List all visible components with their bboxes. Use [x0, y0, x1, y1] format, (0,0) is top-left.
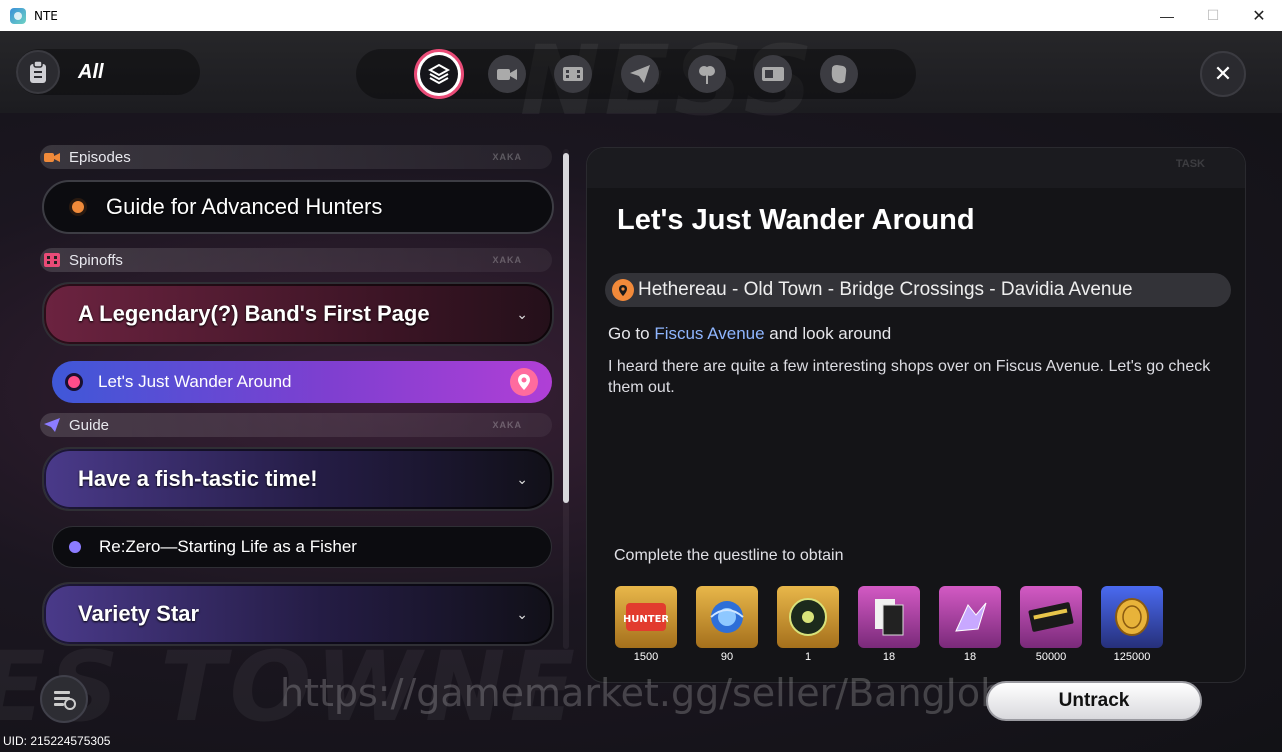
- app-icon: [10, 7, 26, 24]
- camera-icon: [42, 149, 62, 165]
- flower-icon: [699, 66, 715, 84]
- quest-status-dot: [72, 201, 84, 213]
- reward-item[interactable]: 125000: [1101, 586, 1163, 663]
- section-header-guide: Guide XAKA: [40, 413, 552, 437]
- questline-legendary-band[interactable]: A Legendary(?) Band's First Page ⌄: [42, 282, 554, 346]
- player-uid: UID: 215224575305: [3, 734, 111, 748]
- quest-location-bar[interactable]: Hethereau - Old Town - Bridge Crossings …: [605, 273, 1231, 307]
- reward-ticket-icon: [1020, 586, 1082, 648]
- camera-icon: [497, 69, 517, 80]
- window-title: NTE: [34, 8, 58, 23]
- category-filter-button[interactable]: All: [16, 49, 200, 95]
- quest-status-dot: [69, 541, 81, 553]
- reward-orb-icon: [696, 586, 758, 648]
- category-tabs: [356, 49, 916, 99]
- section-tag: XAKA: [492, 420, 522, 430]
- tab-all-quests[interactable]: [414, 49, 464, 99]
- questline-title: Variety Star: [78, 601, 200, 626]
- section-title: Episodes: [69, 148, 131, 166]
- untrack-button[interactable]: Untrack: [986, 681, 1202, 721]
- reward-item[interactable]: 18: [939, 586, 1001, 663]
- quest-status-dot: [68, 376, 80, 388]
- quest-detail-title: Let's Just Wander Around: [617, 204, 975, 236]
- tab-spinoffs[interactable]: [554, 55, 592, 93]
- svg-text:HUNTER: HUNTER: [624, 614, 668, 625]
- tab-events[interactable]: [754, 55, 792, 93]
- checklist-icon: [54, 691, 76, 710]
- layers-icon: [420, 55, 458, 93]
- reward-item[interactable]: 1: [777, 586, 839, 663]
- film-icon: [42, 252, 62, 268]
- questline-title: A Legendary(?) Band's First Page: [78, 301, 430, 326]
- quest-item-rezero-fisher[interactable]: Re:Zero—Starting Life as a Fisher: [52, 526, 552, 568]
- reward-item[interactable]: 18: [858, 586, 920, 663]
- reward-item[interactable]: 90: [696, 586, 758, 663]
- tab-daily[interactable]: [688, 55, 726, 93]
- quest-item-guide-for-advanced-hunters[interactable]: Guide for Advanced Hunters: [42, 180, 554, 234]
- maximize-button[interactable]: ☐: [1190, 0, 1236, 31]
- quest-title: Let's Just Wander Around: [98, 372, 292, 391]
- tab-guide[interactable]: [621, 55, 659, 93]
- reward-badge-icon: HUNTER: [615, 586, 677, 648]
- section-tag: XAKA: [492, 255, 522, 265]
- section-header-episodes: Episodes XAKA: [40, 145, 552, 169]
- film-icon: [563, 67, 583, 81]
- ticket-icon: [762, 67, 784, 81]
- objective-prefix: Go to: [608, 324, 655, 343]
- location-pin-icon: [612, 279, 634, 301]
- watermark-text: https://gamemarket.gg/seller/BangJohn: [280, 671, 1029, 715]
- quest-description: I heard there are quite a few interestin…: [608, 358, 1211, 396]
- quest-title: Guide for Advanced Hunters: [106, 194, 383, 219]
- reward-crystal-icon: [939, 586, 1001, 648]
- reward-count: 50000: [1035, 651, 1067, 663]
- quest-item-lets-just-wander-around[interactable]: Let's Just Wander Around: [52, 361, 552, 403]
- reward-count: 18: [963, 651, 977, 663]
- detail-tag: TASK: [1175, 158, 1205, 170]
- quest-journal-screen: NESS ES TOWNE All ✕ Episodes XAKA Guide …: [0, 31, 1282, 752]
- fist-icon: [831, 65, 847, 84]
- chevron-down-icon: ⌄: [516, 305, 528, 322]
- scrollbar-thumb[interactable]: [563, 153, 569, 503]
- reward-coin-icon: [1101, 586, 1163, 648]
- questline-variety-star[interactable]: Variety Star ⌄: [42, 582, 554, 646]
- section-title: Guide: [69, 416, 110, 434]
- reward-label: Complete the questline to obtain: [614, 547, 844, 564]
- quest-detail-panel: TASK Let's Just Wander Around Hethereau …: [586, 147, 1246, 683]
- questline-title: Have a fish-tastic time!: [78, 466, 318, 491]
- reward-cards-icon: [858, 586, 920, 648]
- window-titlebar: NTE — ☐ ✕: [0, 0, 1282, 31]
- objective-suffix: and look around: [764, 324, 892, 343]
- location-pin-icon[interactable]: [510, 368, 538, 396]
- tab-challenges[interactable]: [820, 55, 858, 93]
- section-title: Spinoffs: [69, 251, 123, 269]
- quest-list-scrollbar[interactable]: [563, 149, 569, 649]
- reward-count: 1500: [633, 651, 659, 663]
- category-filter-label: All: [78, 60, 104, 83]
- reward-item[interactable]: 50000: [1020, 586, 1082, 663]
- reward-disc-icon: [777, 586, 839, 648]
- detail-header: [587, 148, 1245, 188]
- quest-location-text: Hethereau - Old Town - Bridge Crossings …: [638, 279, 1133, 300]
- reward-count: 90: [720, 651, 734, 663]
- paper-plane-icon: [42, 417, 62, 433]
- chevron-down-icon: ⌄: [516, 470, 528, 487]
- quest-title: Re:Zero—Starting Life as a Fisher: [99, 537, 357, 556]
- clipboard-icon: [16, 50, 60, 94]
- close-journal-button[interactable]: ✕: [1200, 51, 1246, 97]
- section-tag: XAKA: [492, 152, 522, 162]
- completed-quests-button[interactable]: [40, 675, 88, 723]
- reward-count: 1: [804, 651, 812, 663]
- chevron-down-icon: ⌄: [516, 605, 528, 622]
- reward-count: 18: [882, 651, 896, 663]
- minimize-button[interactable]: —: [1144, 0, 1190, 31]
- questline-fish-tastic[interactable]: Have a fish-tastic time! ⌄: [42, 447, 554, 511]
- tab-episodes[interactable]: [488, 55, 526, 93]
- section-header-spinoffs: Spinoffs XAKA: [40, 248, 552, 272]
- objective-highlight: Fiscus Avenue: [654, 324, 765, 343]
- paper-plane-icon: [630, 65, 650, 83]
- reward-item[interactable]: HUNTER 1500: [615, 586, 677, 663]
- window-close-button[interactable]: ✕: [1236, 0, 1282, 31]
- reward-count: 125000: [1113, 651, 1151, 663]
- quest-objective: Go to Fiscus Avenue and look around: [608, 324, 891, 344]
